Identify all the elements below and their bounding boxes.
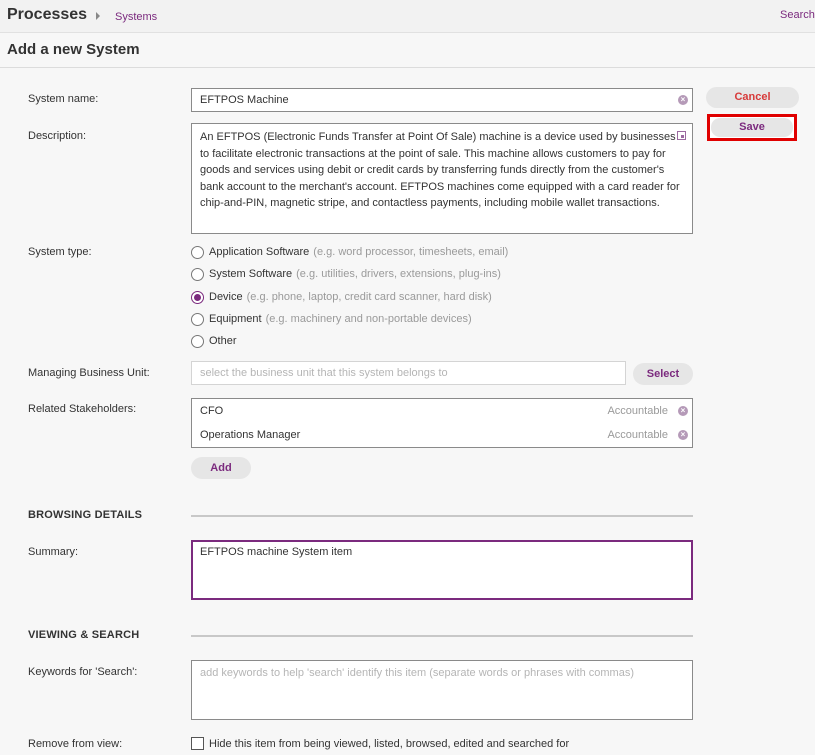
radio-application-software[interactable]: Application Software (e.g. word processo…	[191, 244, 508, 260]
radio-hint: (e.g. machinery and non-portable devices…	[265, 313, 472, 325]
system-type-label: System type:	[28, 246, 92, 258]
keywords-label: Keywords for 'Search':	[28, 666, 138, 678]
radio-device[interactable]: Device (e.g. phone, laptop, credit card …	[191, 289, 492, 305]
radio-label: Equipment	[209, 313, 262, 325]
radio-label: Other	[209, 335, 237, 347]
stakeholder-name: Operations Manager	[200, 429, 301, 441]
hide-item-checkbox-row[interactable]: Hide this item from being viewed, listed…	[191, 737, 569, 750]
title-divider	[0, 67, 815, 68]
radio-system-software[interactable]: System Software (e.g. utilities, drivers…	[191, 266, 501, 282]
radio-hint: (e.g. word processor, timesheets, email)	[313, 246, 509, 258]
remove-stakeholder-icon[interactable]: ×	[678, 406, 688, 416]
browsing-details-heading: BROWSING DETAILS	[28, 509, 143, 521]
save-button[interactable]: Save	[711, 118, 793, 137]
section-divider	[191, 635, 693, 637]
radio-label: Application Software	[209, 246, 310, 258]
radio-label: Device	[209, 291, 243, 303]
stakeholders-list: CFO Accountable × Operations Manager Acc…	[191, 398, 693, 448]
app-title: Processes	[7, 6, 88, 23]
remove-stakeholder-icon[interactable]: ×	[678, 430, 688, 440]
breadcrumb-systems-link[interactable]: Systems	[115, 11, 157, 23]
stakeholder-role[interactable]: Accountable	[548, 405, 668, 417]
radio-button[interactable]	[191, 245, 204, 259]
top-bar: Processes Systems Search	[0, 0, 815, 33]
cancel-button[interactable]: Cancel	[706, 87, 799, 108]
radio-label: System Software	[209, 268, 293, 280]
viewing-search-heading: VIEWING & SEARCH	[28, 629, 140, 641]
keywords-textarea[interactable]: add keywords to help 'search' identify t…	[191, 660, 693, 720]
select-business-unit-button[interactable]: Select	[633, 363, 693, 385]
remove-from-view-label: Remove from view:	[28, 738, 123, 750]
radio-button[interactable]	[191, 267, 204, 281]
description-value: An EFTPOS (Electronic Funds Transfer at …	[200, 131, 680, 210]
system-name-label: System name:	[28, 93, 99, 105]
business-unit-placeholder: select the business unit that this syste…	[200, 367, 448, 379]
hide-item-checkbox-label: Hide this item from being viewed, listed…	[209, 737, 570, 750]
radio-button-checked[interactable]	[191, 290, 204, 304]
expand-icon[interactable]	[677, 131, 686, 140]
system-name-value: EFTPOS Machine	[200, 94, 289, 106]
summary-textarea[interactable]: EFTPOS machine System item	[191, 540, 693, 600]
radio-hint: (e.g. phone, laptop, credit card scanner…	[246, 291, 492, 303]
description-textarea[interactable]: An EFTPOS (Electronic Funds Transfer at …	[191, 123, 693, 234]
breadcrumb-chevron-icon	[96, 12, 100, 20]
business-unit-label: Managing Business Unit:	[28, 367, 150, 379]
keywords-placeholder: add keywords to help 'search' identify t…	[200, 667, 634, 679]
radio-hint: (e.g. utilities, drivers, extensions, pl…	[296, 268, 501, 280]
radio-other[interactable]: Other	[191, 333, 237, 349]
radio-button[interactable]	[191, 334, 204, 348]
page-title: Add a new System	[7, 41, 140, 58]
clear-icon[interactable]: ×	[678, 95, 688, 105]
add-stakeholder-button[interactable]: Add	[191, 457, 251, 479]
section-divider	[191, 515, 693, 517]
radio-button[interactable]	[191, 312, 204, 326]
summary-value: EFTPOS machine System item	[200, 546, 353, 558]
search-link[interactable]: Search	[780, 9, 815, 21]
stakeholder-role[interactable]: Accountable	[548, 429, 668, 441]
stakeholders-label: Related Stakeholders:	[28, 403, 137, 415]
description-label: Description:	[28, 130, 87, 142]
radio-equipment[interactable]: Equipment (e.g. machinery and non-portab…	[191, 311, 472, 327]
stakeholder-name: CFO	[200, 405, 224, 417]
business-unit-input[interactable]: select the business unit that this syste…	[191, 361, 626, 385]
summary-label: Summary:	[28, 546, 79, 558]
hide-item-checkbox[interactable]	[191, 737, 204, 750]
system-name-input[interactable]: EFTPOS Machine ×	[191, 88, 693, 112]
